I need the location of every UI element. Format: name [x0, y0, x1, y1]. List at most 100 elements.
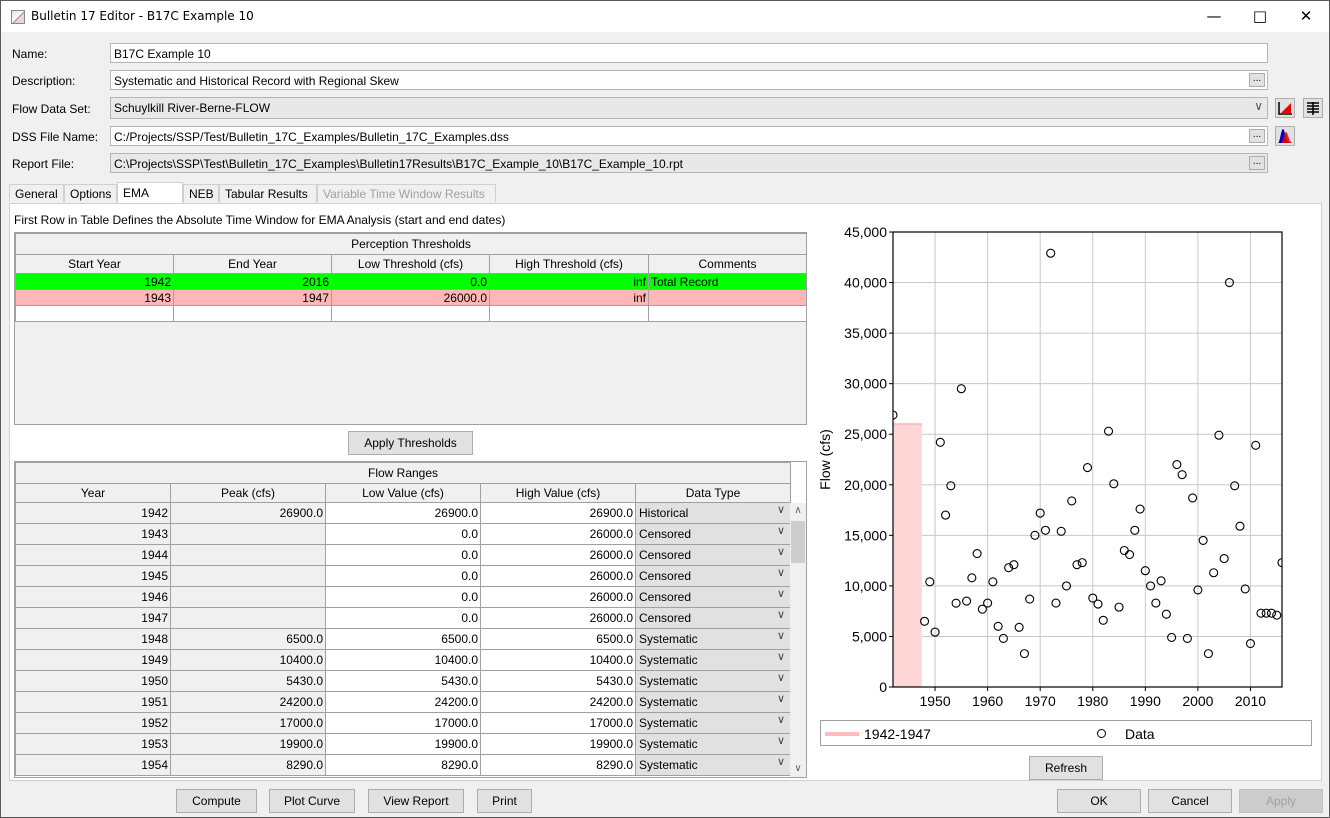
start-year-cell[interactable]: 1943: [15, 289, 174, 306]
high-value-cell[interactable]: 26000.0: [480, 607, 636, 629]
report-file-input[interactable]: C:\Projects\SSP\Test\Bulletin_17C_Exampl…: [110, 153, 1268, 173]
description-input[interactable]: Systematic and Historical Record with Re…: [110, 70, 1268, 90]
high-value-cell[interactable]: 26000.0: [480, 586, 636, 608]
dss-browse-button[interactable]: ...: [1249, 129, 1265, 143]
peak-cell[interactable]: [170, 523, 326, 545]
peak-cell[interactable]: 8290.0: [170, 754, 326, 776]
high-threshold-cell[interactable]: [489, 305, 649, 322]
data-type-select[interactable]: Censored ∨: [634, 607, 792, 629]
low-value-cell[interactable]: 10400.0: [325, 649, 481, 671]
low-value-cell[interactable]: 26900.0: [325, 502, 481, 524]
data-type-select[interactable]: Censored ∨: [634, 565, 792, 587]
low-value-cell[interactable]: 19900.0: [325, 733, 481, 755]
description-browse-button[interactable]: ...: [1249, 73, 1265, 87]
data-type-select[interactable]: Systematic ∨: [634, 670, 792, 692]
high-value-cell[interactable]: 5430.0: [480, 670, 636, 692]
year-cell[interactable]: 1949: [15, 649, 171, 671]
low-value-cell[interactable]: 0.0: [325, 607, 481, 629]
maximize-button[interactable]: □: [1237, 5, 1283, 29]
flow-data-set-select[interactable]: Schuylkill River-Berne-FLOW ∨: [110, 97, 1268, 119]
end-year-cell[interactable]: 1947: [173, 289, 332, 306]
low-value-cell[interactable]: 0.0: [325, 523, 481, 545]
data-type-select[interactable]: Systematic ∨: [634, 628, 792, 650]
year-cell[interactable]: 1952: [15, 712, 171, 734]
cancel-button[interactable]: Cancel: [1148, 789, 1232, 813]
high-value-cell[interactable]: 24200.0: [480, 691, 636, 713]
column-header-year[interactable]: Year: [15, 483, 171, 503]
start-year-cell[interactable]: 1942: [15, 273, 174, 290]
tab-ema-data[interactable]: EMA Data: [117, 182, 183, 220]
tab-general[interactable]: General: [9, 184, 64, 202]
data-type-select[interactable]: Systematic ∨: [634, 754, 792, 776]
column-header-peak[interactable]: Peak (cfs): [170, 483, 326, 503]
refresh-button[interactable]: Refresh: [1029, 756, 1103, 780]
peak-cell[interactable]: 26900.0: [170, 502, 326, 524]
year-cell[interactable]: 1951: [15, 691, 171, 713]
scroll-up-icon[interactable]: ∧: [790, 503, 806, 519]
peak-cell[interactable]: 6500.0: [170, 628, 326, 650]
peak-cell[interactable]: 10400.0: [170, 649, 326, 671]
high-value-cell[interactable]: 26000.0: [480, 544, 636, 566]
low-value-cell[interactable]: 8290.0: [325, 754, 481, 776]
column-header-high-threshold[interactable]: High Threshold (cfs): [489, 254, 649, 274]
minimize-button[interactable]: —: [1191, 5, 1237, 29]
report-browse-button[interactable]: ...: [1249, 156, 1265, 170]
year-cell[interactable]: 1953: [15, 733, 171, 755]
column-header-low-threshold[interactable]: Low Threshold (cfs): [331, 254, 490, 274]
low-value-cell[interactable]: 5430.0: [325, 670, 481, 692]
peak-cell[interactable]: 17000.0: [170, 712, 326, 734]
high-value-cell[interactable]: 26000.0: [480, 565, 636, 587]
year-cell[interactable]: 1943: [15, 523, 171, 545]
high-value-cell[interactable]: 19900.0: [480, 733, 636, 755]
high-value-cell[interactable]: 10400.0: [480, 649, 636, 671]
column-header-start-year[interactable]: Start Year: [15, 254, 174, 274]
high-value-cell[interactable]: 6500.0: [480, 628, 636, 650]
peak-cell[interactable]: 19900.0: [170, 733, 326, 755]
low-value-cell[interactable]: 0.0: [325, 544, 481, 566]
scroll-down-icon[interactable]: ∨: [790, 761, 806, 777]
flow-ranges-scrollbar[interactable]: ∧ ∨: [790, 503, 806, 777]
scrollbar-thumb[interactable]: [791, 521, 805, 563]
column-header-comments[interactable]: Comments: [647, 254, 808, 274]
view-report-button[interactable]: View Report: [368, 789, 464, 813]
column-header-high-value[interactable]: High Value (cfs): [480, 483, 636, 503]
data-type-select[interactable]: Censored ∨: [634, 544, 792, 566]
year-cell[interactable]: 1954: [15, 754, 171, 776]
column-header-end-year[interactable]: End Year: [173, 254, 332, 274]
dss-viewer-button[interactable]: [1275, 126, 1295, 146]
year-cell[interactable]: 1946: [15, 586, 171, 608]
low-value-cell[interactable]: 24200.0: [325, 691, 481, 713]
low-threshold-cell[interactable]: 0.0: [331, 273, 490, 290]
data-type-select[interactable]: Historical ∨: [634, 502, 792, 524]
compute-button[interactable]: Compute: [176, 789, 257, 813]
year-cell[interactable]: 1944: [15, 544, 171, 566]
high-threshold-cell[interactable]: inf: [489, 289, 649, 306]
high-value-cell[interactable]: 26900.0: [480, 502, 636, 524]
tab-tabular-results[interactable]: Tabular Results: [219, 184, 317, 202]
column-header-data-type[interactable]: Data Type: [634, 483, 792, 503]
year-cell[interactable]: 1950: [15, 670, 171, 692]
column-header-low-value[interactable]: Low Value (cfs): [325, 483, 481, 503]
high-value-cell[interactable]: 8290.0: [480, 754, 636, 776]
print-button[interactable]: Print: [477, 789, 532, 813]
low-value-cell[interactable]: 0.0: [325, 565, 481, 587]
name-input[interactable]: B17C Example 10: [110, 43, 1268, 63]
end-year-cell[interactable]: [173, 305, 332, 322]
high-value-cell[interactable]: 26000.0: [480, 523, 636, 545]
tab-options[interactable]: Options: [64, 184, 117, 202]
data-type-select[interactable]: Systematic ∨: [634, 649, 792, 671]
low-value-cell[interactable]: 0.0: [325, 586, 481, 608]
year-cell[interactable]: 1948: [15, 628, 171, 650]
peak-cell[interactable]: [170, 586, 326, 608]
start-year-cell[interactable]: [15, 305, 174, 322]
tabulate-data-button[interactable]: [1303, 98, 1323, 118]
ok-button[interactable]: OK: [1057, 789, 1141, 813]
low-threshold-cell[interactable]: 26000.0: [331, 289, 490, 306]
plot-data-button[interactable]: [1275, 98, 1295, 118]
peak-cell[interactable]: 24200.0: [170, 691, 326, 713]
end-year-cell[interactable]: 2016: [173, 273, 332, 290]
high-threshold-cell[interactable]: inf: [489, 273, 649, 290]
comment-cell[interactable]: [647, 289, 808, 306]
tab-neb[interactable]: NEB: [183, 184, 219, 202]
data-type-select[interactable]: Systematic ∨: [634, 733, 792, 755]
